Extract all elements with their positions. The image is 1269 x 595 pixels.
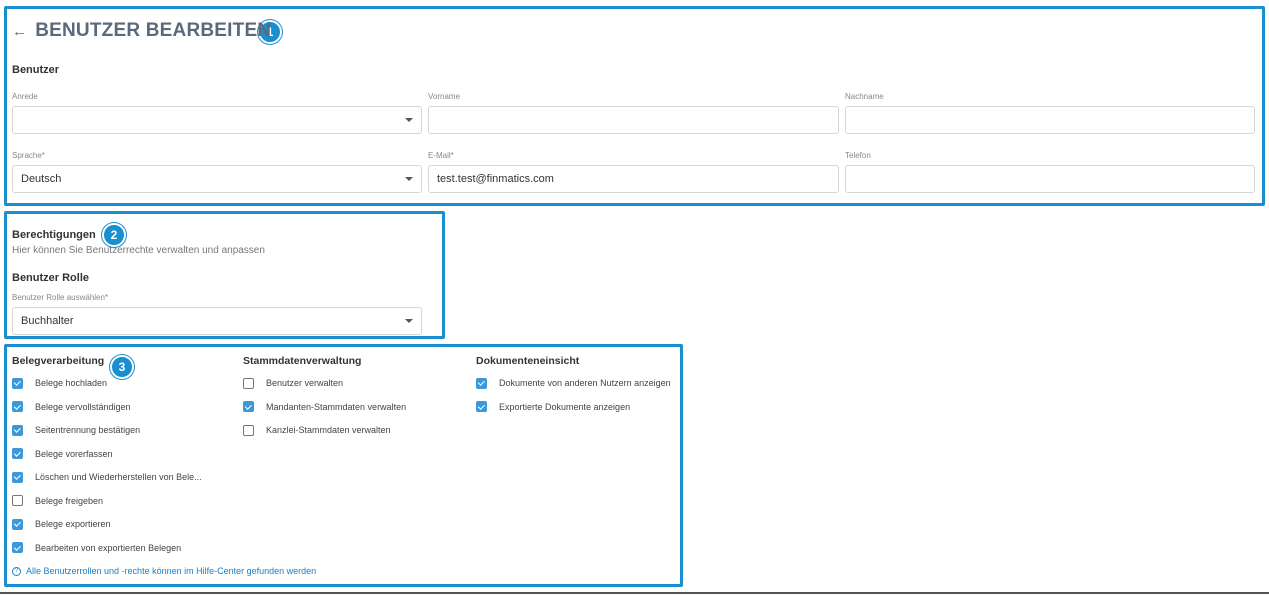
page-title-text: BENUTZER BEARBEITEN xyxy=(35,20,272,41)
permission-label: Belege freigeben xyxy=(35,495,104,506)
permission-label: Mandanten-Stammdaten verwalten xyxy=(266,401,407,412)
permission-label: Belege hochladen xyxy=(35,378,108,388)
permission-item[interactable]: Belege hochladen xyxy=(12,376,107,390)
user-section-title: Benutzer xyxy=(12,64,60,76)
column-title-dokumente: Dokumenteneinsicht xyxy=(476,355,580,367)
checkbox-checked[interactable] xyxy=(12,377,23,389)
column-title-belegverarbeitung: Belegverarbeitung xyxy=(12,355,105,367)
permission-label: Löschen und Wiederherstellen von Bele... xyxy=(35,472,202,482)
firstname-input[interactable] xyxy=(428,106,839,134)
permission-item[interactable]: Benutzer verwalten xyxy=(243,376,343,390)
checkbox-unchecked[interactable] xyxy=(243,424,254,436)
email-label: E-Mail* xyxy=(428,151,454,160)
salutation-select[interactable] xyxy=(12,106,422,134)
permission-item[interactable]: Kanzlei-Stammdaten verwalten xyxy=(243,423,391,437)
checkbox-checked[interactable] xyxy=(476,377,487,389)
permission-label: Dokumente von anderen Nutzern anzeigen xyxy=(499,378,671,388)
role-value: Buchhalter xyxy=(21,315,74,327)
email-value: test.test@finmatics.com xyxy=(437,173,554,185)
arrow-left-icon[interactable]: ← xyxy=(12,23,27,40)
chevron-down-icon xyxy=(405,177,413,181)
language-select[interactable]: Deutsch xyxy=(12,165,422,193)
permission-item[interactable]: Exportierte Dokumente anzeigen xyxy=(476,400,630,414)
phone-label: Telefon xyxy=(845,151,871,160)
permission-item[interactable]: Dokumente von anderen Nutzern anzeigen xyxy=(476,376,671,390)
help-circle-icon: ? xyxy=(12,566,21,576)
salutation-label: Anrede xyxy=(12,92,38,101)
permission-label: Belege vorerfassen xyxy=(35,448,113,459)
role-select[interactable]: Buchhalter xyxy=(12,307,422,335)
role-label: Benutzer Rolle auswählen* xyxy=(12,293,109,302)
permissions-title: Berechtigungen xyxy=(12,229,96,241)
checkbox-checked[interactable] xyxy=(243,401,254,412)
permission-label: Seitentrennung bestätigen xyxy=(35,425,141,435)
permission-item[interactable]: Bearbeiten von exportierten Belegen xyxy=(12,541,181,555)
permission-label: Benutzer verwalten xyxy=(266,378,344,388)
checkbox-checked[interactable] xyxy=(12,542,23,553)
column-title-stammdaten: Stammdatenverwaltung xyxy=(243,355,362,367)
checkbox-checked[interactable] xyxy=(12,401,23,412)
role-heading: Benutzer Rolle xyxy=(12,272,90,284)
permission-label: Belege vervollständigen xyxy=(35,401,131,412)
language-value: Deutsch xyxy=(21,173,62,185)
permission-label: Exportierte Dokumente anzeigen xyxy=(499,401,631,412)
help-center-link[interactable]: ? Alle Benutzerrollen und -rechte können… xyxy=(12,566,316,576)
permission-item[interactable]: Belege freigeben xyxy=(12,494,103,508)
checkbox-checked[interactable] xyxy=(12,448,23,459)
permissions-subtitle: Hier können Sie Benutzerrechte verwalten… xyxy=(12,245,265,256)
permission-item[interactable]: Seitentrennung bestätigen xyxy=(12,423,140,437)
permission-item[interactable]: Belege vorerfassen xyxy=(12,447,113,461)
email-input[interactable]: test.test@finmatics.com xyxy=(428,165,839,193)
permission-label: Kanzlei-Stammdaten verwalten xyxy=(266,425,391,435)
permission-item[interactable]: Löschen und Wiederherstellen von Bele... xyxy=(12,470,202,484)
chevron-down-icon xyxy=(405,319,413,323)
checkbox-checked[interactable] xyxy=(12,471,23,483)
permission-item[interactable]: Belege exportieren xyxy=(12,517,111,531)
page-title: ← BENUTZER BEARBEITEN xyxy=(12,20,271,42)
page-bottom-border xyxy=(0,592,1269,594)
checkbox-unchecked[interactable] xyxy=(12,495,23,506)
permission-item[interactable]: Mandanten-Stammdaten verwalten xyxy=(243,400,406,414)
checkbox-checked[interactable] xyxy=(12,424,23,436)
permission-label: Belege exportieren xyxy=(35,519,111,529)
firstname-label: Vorname xyxy=(428,92,461,101)
chevron-down-icon xyxy=(405,118,413,122)
checkbox-unchecked[interactable] xyxy=(243,377,254,389)
permission-item[interactable]: Belege vervollständigen xyxy=(12,400,131,414)
lastname-label: Nachname xyxy=(845,92,884,101)
checkbox-checked[interactable] xyxy=(12,518,23,530)
language-label: Sprache* xyxy=(12,151,45,160)
lastname-input[interactable] xyxy=(845,106,1255,134)
step-badge-2: 2 xyxy=(102,223,126,247)
checkbox-checked[interactable] xyxy=(476,401,487,412)
step-badge-3: 3 xyxy=(110,355,134,379)
phone-input[interactable] xyxy=(845,165,1255,193)
permission-label: Bearbeiten von exportierten Belegen xyxy=(35,542,182,553)
